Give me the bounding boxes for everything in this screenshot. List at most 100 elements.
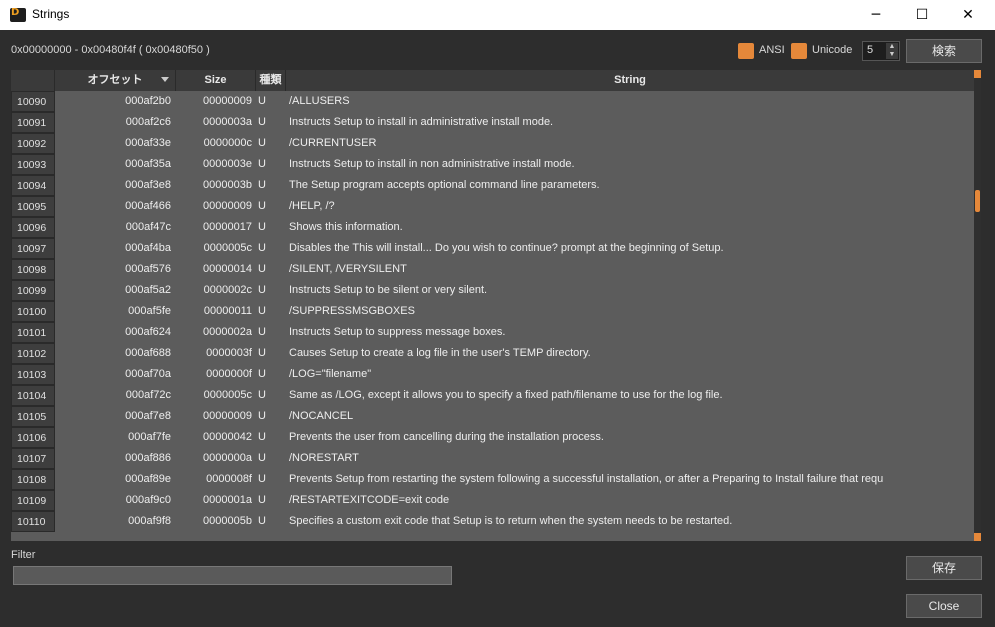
- header-type[interactable]: 種類: [256, 70, 286, 91]
- table-row[interactable]: 10096 000af47c 00000017 U Shows this informa…: [11, 217, 974, 238]
- row-string: Prevents Setup from restarting the syste…: [289, 473, 884, 485]
- row-string: /RESTARTEXITCODE=exit code: [289, 494, 450, 506]
- row-string: Instructs Setup to install in non admini…: [289, 158, 575, 170]
- sort-desc-icon: [161, 77, 169, 82]
- app-logo-icon: D: [10, 7, 26, 22]
- row-size: 00000009: [203, 95, 252, 107]
- row-type: U: [258, 347, 266, 359]
- row-type: U: [258, 179, 266, 191]
- close-window-button[interactable]: ✕: [945, 0, 991, 30]
- table-row[interactable]: 10099 000af5a2 0000002c U Instructs Setup to…: [11, 280, 974, 301]
- row-offset: 000af35a: [125, 158, 171, 170]
- scroll-thumb[interactable]: [975, 190, 980, 212]
- row-type: U: [258, 452, 266, 464]
- row-index: 10091: [11, 112, 55, 133]
- row-size: 00000009: [203, 410, 252, 422]
- strings-table: オフセット Size 種類 String 10090 000af2b0 000000…: [11, 70, 981, 541]
- row-index: 10107: [11, 448, 55, 469]
- row-string: /NOCANCEL: [289, 410, 354, 422]
- row-type: U: [258, 242, 266, 254]
- row-string: Instructs Setup to install in administra…: [289, 116, 554, 128]
- row-offset: 000af89e: [125, 473, 171, 485]
- row-offset: 000af576: [125, 263, 171, 275]
- row-string: Instructs Setup to suppress message boxe…: [289, 326, 506, 338]
- row-type: U: [258, 305, 266, 317]
- close-button[interactable]: Close: [906, 594, 982, 618]
- row-string: /ALLUSERS: [289, 95, 350, 107]
- vertical-scrollbar[interactable]: [974, 70, 981, 541]
- row-offset: 000af624: [125, 326, 171, 338]
- save-button[interactable]: 保存: [906, 556, 982, 580]
- header-offset[interactable]: オフセット: [55, 70, 176, 91]
- row-offset: 000af9c0: [125, 494, 171, 506]
- row-index: 10099: [11, 280, 55, 301]
- table-row[interactable]: 10094 000af3e8 0000003b U The Setup program …: [11, 175, 974, 196]
- table-row[interactable]: 10106 000af7fe 00000042 U Prevents the user …: [11, 427, 974, 448]
- table-row[interactable]: 10102 000af688 0000003f U Causes Setup to cr…: [11, 343, 974, 364]
- table-row[interactable]: 10090 000af2b0 00000009 U/ALLUSERS: [11, 91, 974, 112]
- row-size: 0000003a: [203, 116, 252, 128]
- table-row[interactable]: 10101 000af624 0000002a U Instructs Setup to…: [11, 322, 974, 343]
- table-row[interactable]: 10107 000af886 0000000a U/NORESTART: [11, 448, 974, 469]
- row-size: 0000000f: [206, 368, 252, 380]
- table-row[interactable]: 10104 000af72c 0000005c U Same as /LOG, exce…: [11, 385, 974, 406]
- row-type: U: [258, 515, 266, 527]
- row-offset: 000af70a: [125, 368, 171, 380]
- row-type: U: [258, 221, 266, 233]
- row-size: 00000017: [203, 221, 252, 233]
- row-offset: 000af688: [125, 347, 171, 359]
- row-index: 10090: [11, 91, 55, 112]
- table-row[interactable]: 10110 000af9f8 0000005b U Specifies a custom…: [11, 511, 974, 532]
- scroll-down-icon[interactable]: [974, 533, 981, 541]
- table-row[interactable]: 10097 000af4ba 0000005c U Disables the This …: [11, 238, 974, 259]
- strings-dialog: 0x00000000 - 0x00480f4f ( 0x00480f50 ) A…: [0, 30, 995, 627]
- table-row[interactable]: 10095 000af466 00000009 U/HELP, /?: [11, 196, 974, 217]
- maximize-button[interactable]: ☐: [899, 0, 945, 30]
- minimize-button[interactable]: ─: [853, 0, 899, 30]
- table-row[interactable]: 10098 000af576 00000014 U/SILENT, /VERYSILE…: [11, 259, 974, 280]
- address-range: 0x00000000 - 0x00480f4f ( 0x00480f50 ): [11, 44, 210, 56]
- minimize-icon: ─: [871, 7, 881, 23]
- row-offset: 000af3e8: [125, 179, 171, 191]
- row-string: Shows this information.: [289, 221, 403, 233]
- search-button[interactable]: 検索: [906, 39, 982, 63]
- row-string: /CURRENTUSER: [289, 137, 377, 149]
- row-size: 0000008f: [206, 473, 252, 485]
- row-index: 10095: [11, 196, 55, 217]
- ansi-checkbox[interactable]: [738, 43, 754, 59]
- row-string: /SILENT, /VERYSILENT: [289, 263, 407, 275]
- row-offset: 000af2b0: [125, 95, 171, 107]
- row-offset: 000af886: [125, 452, 171, 464]
- header-size[interactable]: Size: [176, 70, 256, 91]
- table-row[interactable]: 10092 000af33e 0000000c U/CURRENTUSER: [11, 133, 974, 154]
- table-row[interactable]: 10103 000af70a 0000000f U/LOG="filename": [11, 364, 974, 385]
- row-size: 0000001a: [203, 494, 252, 506]
- table-row[interactable]: 10109 000af9c0 0000001a U/RESTARTEXITCODE=e…: [11, 490, 974, 511]
- spinner-arrows-icon[interactable]: ▲ ▼: [886, 43, 898, 59]
- row-index: 10100: [11, 301, 55, 322]
- row-size: 0000002a: [203, 326, 252, 338]
- row-type: U: [258, 137, 266, 149]
- filter-input[interactable]: [13, 566, 452, 585]
- row-offset: 000af47c: [125, 221, 171, 233]
- row-string: Instructs Setup to be silent or very sil…: [289, 284, 488, 296]
- table-row[interactable]: 10093 000af35a 0000003e U Instructs Setup to…: [11, 154, 974, 175]
- row-index: 10097: [11, 238, 55, 259]
- header-index: [11, 70, 55, 91]
- row-string: /NORESTART: [289, 452, 359, 464]
- scroll-up-icon[interactable]: [974, 70, 981, 78]
- table-row[interactable]: 10100 000af5fe 00000011 U/SUPPRESSMSGBOXES: [11, 301, 974, 322]
- row-type: U: [258, 494, 266, 506]
- row-size: 00000009: [203, 200, 252, 212]
- table-row[interactable]: 10105 000af7e8 00000009 U/NOCANCEL: [11, 406, 974, 427]
- row-string: Causes Setup to create a log file in the…: [289, 347, 591, 359]
- row-string: /HELP, /?: [289, 200, 335, 212]
- unicode-checkbox[interactable]: [791, 43, 807, 59]
- header-string[interactable]: String: [286, 70, 974, 91]
- app-logo-text: D: [11, 7, 20, 18]
- min-length-spinner[interactable]: 5 ▲ ▼: [862, 41, 900, 61]
- row-index: 10098: [11, 259, 55, 280]
- table-row[interactable]: 10108 000af89e 0000008f U Prevents Setup fro…: [11, 469, 974, 490]
- row-offset: 000af2c6: [125, 116, 171, 128]
- table-row[interactable]: 10091 000af2c6 0000003a U Instructs Setup to…: [11, 112, 974, 133]
